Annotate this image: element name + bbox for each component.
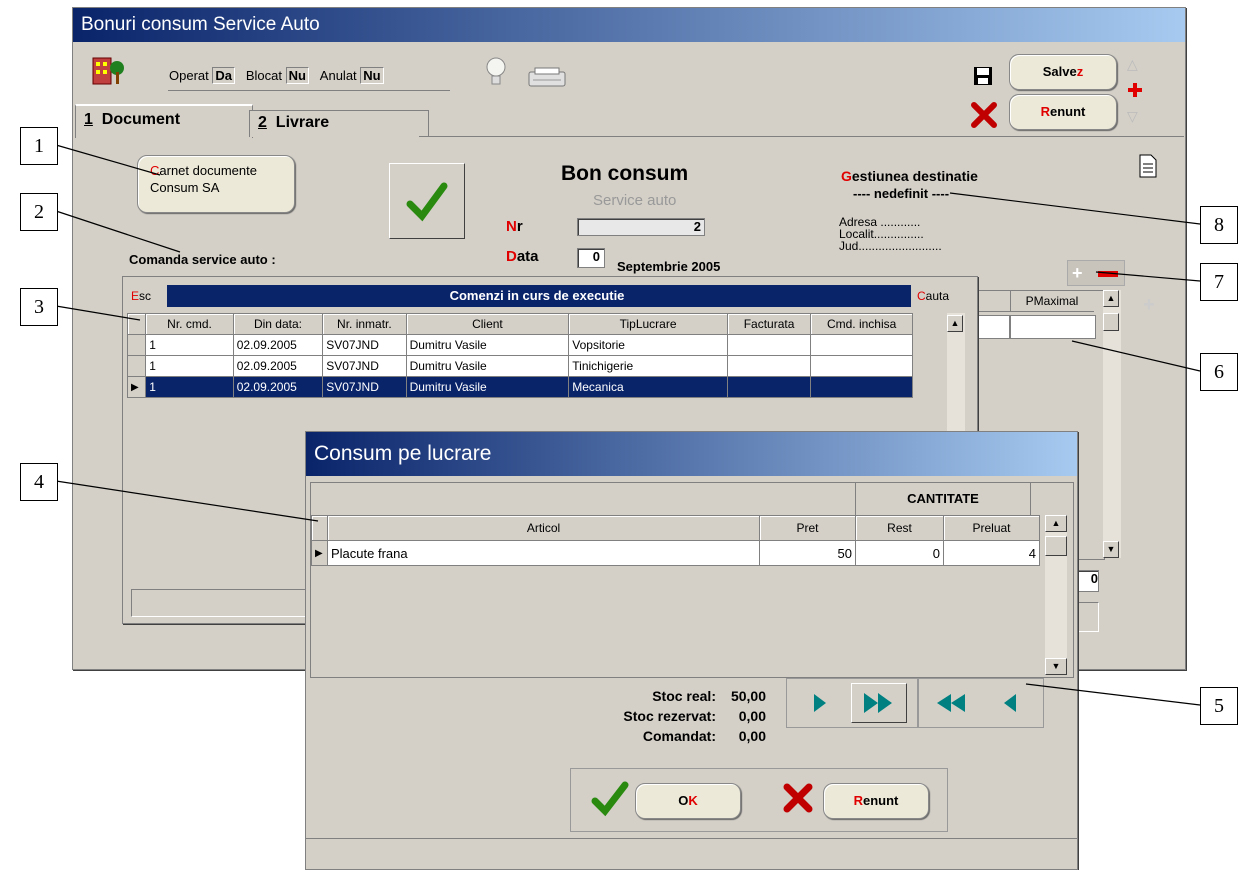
callout-leader-lines xyxy=(55,144,1201,706)
callout-3: 3 xyxy=(20,288,58,326)
callout-8: 8 xyxy=(1200,206,1238,244)
callout-1: 1 xyxy=(20,127,58,165)
callout-7: 7 xyxy=(1200,263,1238,301)
callout-6: 6 xyxy=(1200,353,1238,391)
callout-2: 2 xyxy=(20,193,58,231)
callout-4: 4 xyxy=(20,463,58,501)
callout-5: 5 xyxy=(1200,687,1238,725)
